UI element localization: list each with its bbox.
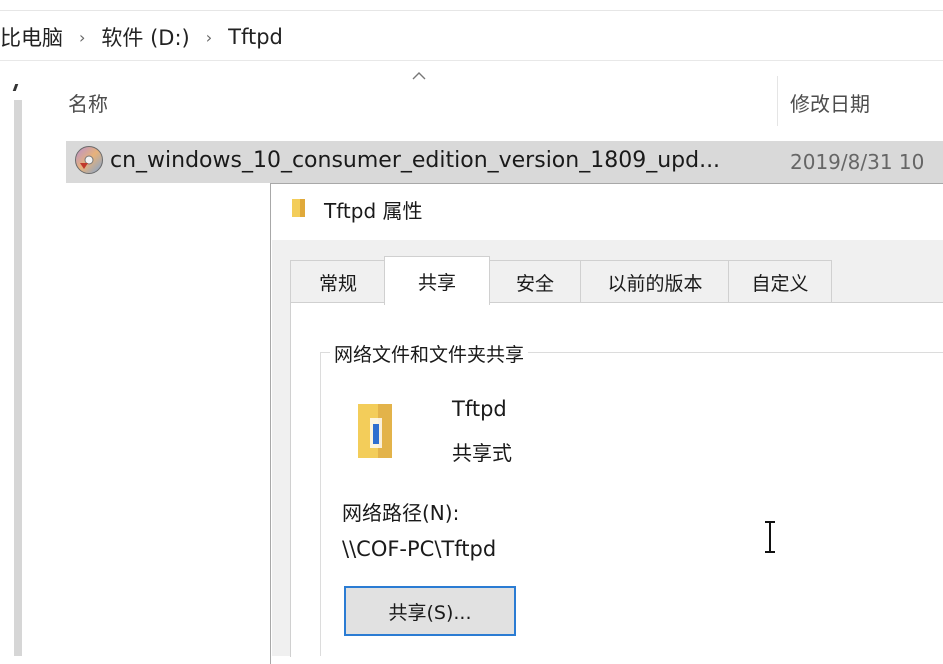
share-button[interactable]: 共享(S)...: [344, 586, 516, 636]
tab-security[interactable]: 安全: [488, 260, 582, 304]
navigation-pane-mark: [12, 84, 19, 91]
tab-general[interactable]: 常规: [290, 260, 386, 304]
breadcrumb-tftpd[interactable]: Tftpd: [228, 25, 283, 49]
breadcrumb-drive-d[interactable]: 软件 (D:): [101, 22, 189, 52]
file-modified-date: 2019/8/31 10: [790, 150, 925, 174]
tab-customize[interactable]: 自定义: [728, 260, 832, 304]
breadcrumb-this-pc[interactable]: 比电脑: [0, 22, 63, 52]
text-cursor-icon: [765, 521, 775, 553]
sort-ascending-icon: [412, 72, 426, 80]
network-path-value[interactable]: \\COF-PC\Tftpd: [342, 537, 496, 561]
group-box-border: [320, 352, 321, 656]
address-divider: [0, 60, 943, 61]
navigation-pane-scrollbar[interactable]: [14, 100, 22, 656]
folder-icon: [292, 199, 305, 217]
column-divider[interactable]: [777, 76, 778, 126]
shared-folder-icon: [358, 404, 392, 458]
tab-sharing[interactable]: 共享: [384, 256, 490, 305]
network-path-label: 网络路径(N):: [342, 501, 460, 525]
dialog-title: Tftpd 属性: [324, 199, 423, 223]
sharing-state: 共享式: [452, 441, 512, 465]
disc-image-icon: [75, 146, 103, 174]
file-name[interactable]: cn_windows_10_consumer_edition_version_1…: [110, 148, 720, 173]
tab-previous-versions[interactable]: 以前的版本: [580, 260, 730, 304]
folder-name: Tftpd: [452, 397, 507, 421]
group-box-label: 网络文件和文件夹共享: [330, 340, 529, 367]
window-top-edge: [0, 0, 943, 11]
address-bar[interactable]: 比电脑 › 软件 (D:) › Tftpd: [0, 14, 943, 60]
chevron-right-icon: ›: [79, 27, 86, 47]
column-header-modified[interactable]: 修改日期: [790, 88, 870, 117]
column-header-name[interactable]: 名称: [68, 88, 108, 117]
chevron-right-icon: ›: [205, 27, 213, 47]
